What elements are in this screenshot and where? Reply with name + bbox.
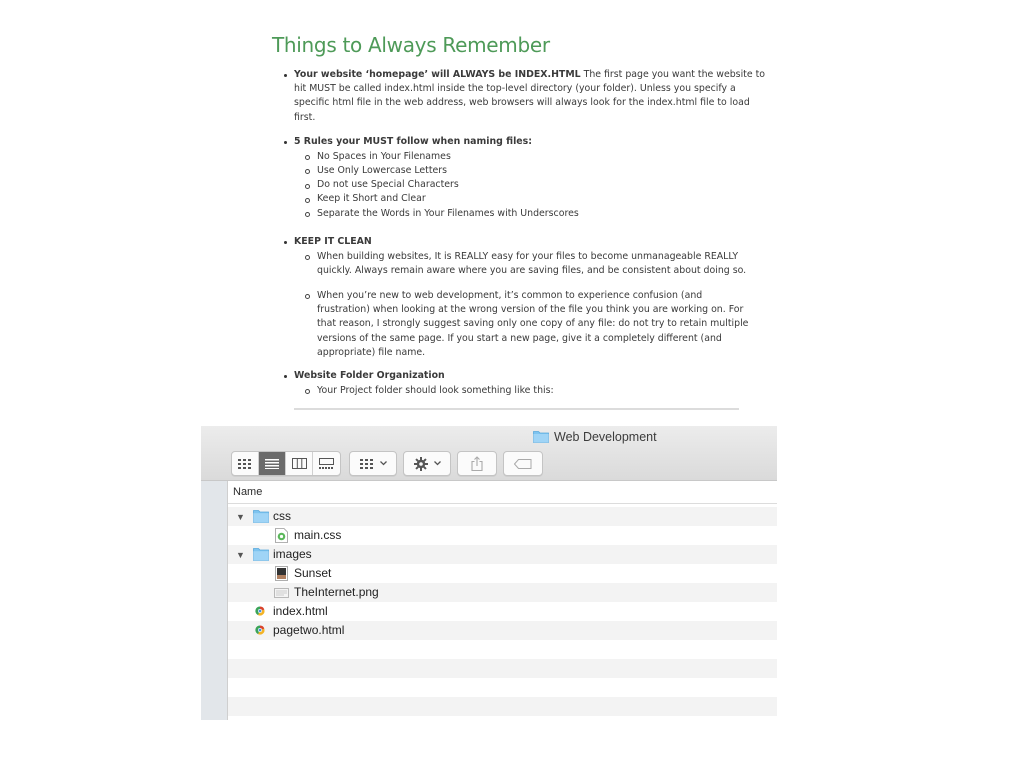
column-view-button[interactable] (286, 452, 313, 475)
gear-icon (413, 456, 428, 471)
file-row[interactable]: ▼ images (228, 545, 777, 564)
file-row[interactable]: ▼ css (228, 507, 777, 526)
sub-bullet (305, 212, 310, 217)
grid-icon (359, 458, 373, 469)
file-row[interactable]: index.html (228, 602, 777, 621)
finder-sidebar (201, 481, 228, 720)
clean-p1-line: When building websites, It is REALLY eas… (317, 251, 739, 262)
file-row[interactable]: Sunset (228, 564, 777, 583)
list-icon (265, 458, 279, 469)
clean-p2-line: versions of the same page. If you start … (317, 333, 722, 344)
file-row[interactable]: pagetwo.html (228, 621, 777, 640)
bullet-dot (284, 241, 287, 244)
rules-heading: 5 Rules your MUST follow when naming fil… (294, 136, 532, 147)
tag-icon (514, 458, 532, 469)
homepage-line2: hit MUST be called index.html inside the… (294, 83, 736, 94)
chevron-down-icon (433, 461, 441, 466)
empty-row (228, 678, 777, 697)
bullet-dot (284, 74, 287, 77)
share-icon (471, 456, 483, 471)
html-file-icon (254, 604, 270, 619)
css-file-icon (275, 528, 291, 543)
bullet-dot (284, 375, 287, 378)
rule-item: Separate the Words in Your Filenames wit… (317, 208, 579, 219)
sub-bullet (305, 169, 310, 174)
homepage-line4: first. (294, 112, 316, 123)
homepage-text: The first page you want the website to (580, 69, 766, 80)
group-by-button[interactable] (349, 451, 397, 476)
sub-bullet (305, 294, 310, 299)
empty-row (228, 640, 777, 659)
column-header-name[interactable]: Name (228, 481, 777, 504)
folder-item: Your Project folder should look somethin… (317, 385, 554, 396)
png-file-icon (274, 585, 290, 600)
file-row[interactable]: main.css (228, 526, 777, 545)
file-name: pagetwo.html (273, 623, 345, 637)
sub-bullet (305, 155, 310, 160)
clean-p2-line: appropriate) file name. (317, 347, 426, 358)
clean-p2-line: When you’re new to web development, it’s… (317, 290, 703, 301)
homepage-line3: specific html file in the web address, w… (294, 97, 750, 108)
disclosure-triangle-icon[interactable]: ▼ (236, 550, 245, 560)
folder-icon (533, 430, 549, 446)
clean-p2-line: that reason, I strongly suggest saving o… (317, 318, 749, 329)
grid-icon (238, 458, 251, 469)
icon-view-button[interactable] (232, 452, 259, 475)
homepage-bold: Your website ‘homepage’ will ALWAYS be I… (294, 69, 581, 80)
file-row[interactable]: TheInternet.png (228, 583, 777, 602)
list-view-button[interactable] (259, 452, 286, 475)
folder-heading: Website Folder Organization (294, 370, 445, 381)
column-header-label: Name (233, 486, 263, 498)
action-button[interactable] (403, 451, 451, 476)
page-title: Things to Always Remember (272, 33, 550, 57)
empty-row (228, 697, 777, 716)
disclosure-triangle-icon[interactable]: ▼ (236, 512, 245, 522)
image-file-icon (275, 566, 291, 581)
chevron-down-icon (379, 461, 387, 466)
file-name: index.html (273, 604, 328, 618)
rule-item: No Spaces in Your Filenames (317, 151, 451, 162)
share-button[interactable] (457, 451, 497, 476)
sub-bullet (305, 198, 310, 203)
file-name: images (273, 547, 312, 561)
html-file-icon (254, 623, 270, 638)
clean-p2-line: frustration) when looking at the wrong v… (317, 304, 744, 315)
rule-item: Use Only Lowercase Letters (317, 165, 448, 176)
rule-item: Keep it Short and Clear (317, 193, 426, 204)
empty-row (228, 659, 777, 678)
view-mode-control (231, 451, 341, 476)
bullet-dot (284, 141, 287, 144)
file-name: css (273, 509, 291, 523)
tags-button[interactable] (503, 451, 543, 476)
window-title-text: Web Development (554, 430, 657, 444)
file-name: Sunset (294, 566, 332, 580)
sub-bullet (305, 255, 310, 260)
rule-item: Do not use Special Characters (317, 179, 459, 190)
clean-heading: KEEP IT CLEAN (294, 236, 372, 247)
homepage-line1: Your website ‘homepage’ will ALWAYS be I… (294, 68, 765, 82)
gallery-view-button[interactable] (313, 452, 339, 475)
folder-icon (253, 547, 269, 562)
file-name: TheInternet.png (294, 585, 379, 599)
finder-window: Web Development Name ▼ css main.css ▼ im… (201, 426, 777, 720)
folder-icon (253, 509, 269, 524)
sub-bullet (305, 184, 310, 189)
clean-p1-line: quickly. Always remain aware where you a… (317, 265, 747, 276)
columns-icon (291, 458, 307, 469)
file-name: main.css (294, 528, 342, 542)
sub-bullet (305, 389, 310, 394)
window-title: Web Development (533, 430, 657, 446)
gallery-icon (318, 458, 334, 469)
divider (294, 408, 739, 410)
finder-toolbar: Web Development (201, 426, 777, 481)
file-list: ▼ css main.css ▼ images Sunset TheIntern… (228, 507, 777, 716)
